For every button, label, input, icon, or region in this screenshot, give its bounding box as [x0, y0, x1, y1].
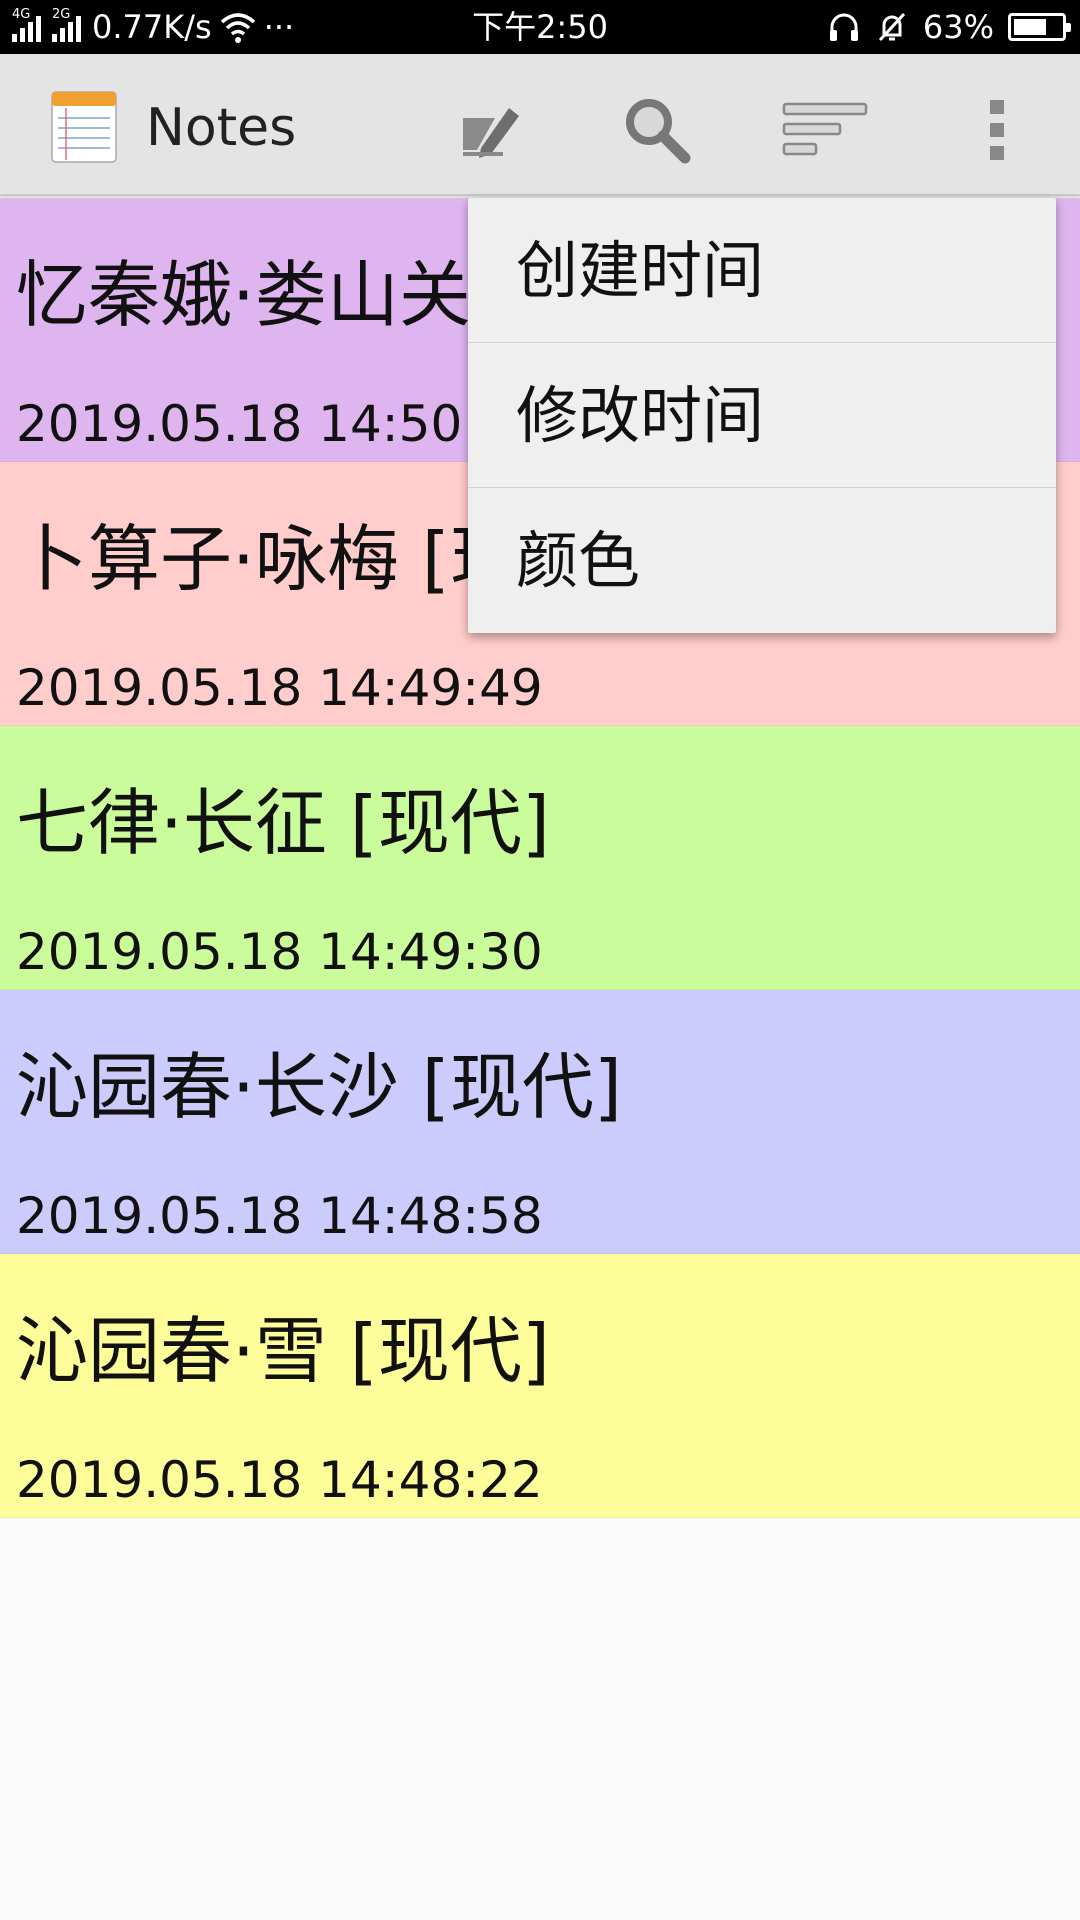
note-title: 沁园春·长沙 [现代]: [16, 1045, 622, 1129]
note-date: 2019.05.18 14:49:49: [16, 659, 543, 717]
menu-item-color[interactable]: 颜色: [468, 488, 1056, 633]
signal-icon: 4G: [12, 8, 46, 42]
notes-app-icon: [51, 91, 117, 163]
sort-popup-menu: 创建时间 修改时间 颜色: [468, 198, 1056, 633]
menu-item-created-time[interactable]: 创建时间: [468, 198, 1056, 343]
signal-icon: 2G: [52, 8, 86, 42]
overflow-menu-button[interactable]: [952, 90, 1042, 170]
note-date: 2019.05.18 14:48:22: [16, 1451, 543, 1509]
headphone-icon: [829, 13, 858, 41]
battery-percent: 63%: [922, 8, 994, 46]
app-title: Notes: [146, 98, 297, 158]
status-bar: 4G 2G 0.77K/s ··· 下午2:50 63%: [0, 0, 1080, 54]
note-date: 2019.05.18 14:50:0: [16, 395, 511, 453]
new-note-icon: [463, 108, 519, 158]
overflow-menu-icon: [990, 100, 1004, 160]
sort-icon: [782, 102, 868, 156]
network-speed: 0.77K/s: [92, 8, 212, 46]
wifi-icon: [220, 13, 255, 43]
menu-item-modified-time[interactable]: 修改时间: [468, 343, 1056, 488]
action-bar: Notes: [0, 54, 1080, 196]
more-notifications: ···: [263, 8, 295, 46]
mute-bell-icon: [878, 12, 905, 42]
battery-icon: [1008, 13, 1071, 41]
note-date: 2019.05.18 14:48:58: [16, 1187, 543, 1245]
sort-button[interactable]: [780, 90, 870, 170]
search-icon: [626, 99, 691, 164]
note-date: 2019.05.18 14:49:30: [16, 923, 543, 981]
new-note-button[interactable]: [445, 90, 535, 170]
note-item[interactable]: 沁园春·雪 [现代] 2019.05.18 14:48:22: [0, 1254, 1080, 1518]
note-title: 七律·长征 [现代]: [16, 781, 550, 865]
note-title: 沁园春·雪 [现代]: [16, 1309, 550, 1393]
note-item[interactable]: 沁园春·长沙 [现代] 2019.05.18 14:48:58: [0, 990, 1080, 1254]
search-button[interactable]: [612, 90, 702, 170]
note-item[interactable]: 七律·长征 [现代] 2019.05.18 14:49:30: [0, 726, 1080, 990]
